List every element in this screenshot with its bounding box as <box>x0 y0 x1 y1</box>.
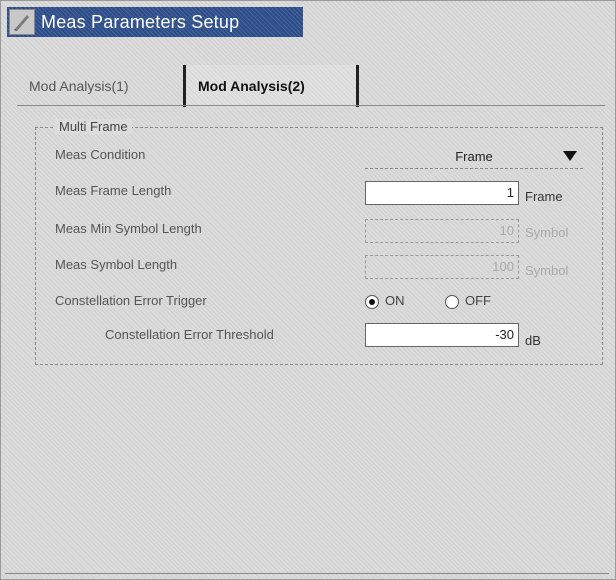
meas-min-symbol-length-unit: Symbol <box>525 225 569 240</box>
meas-min-symbol-length-input: 10 <box>365 219 519 243</box>
meas-symbol-length-label: Meas Symbol Length <box>55 257 178 272</box>
tab-content-border <box>17 105 605 106</box>
app-icon <box>9 9 35 35</box>
meas-frame-length-input[interactable]: 1 <box>365 181 519 205</box>
meas-min-symbol-length-label: Meas Min Symbol Length <box>55 221 202 236</box>
meas-frame-length-unit: Frame <box>525 189 563 204</box>
meas-symbol-length-input: 100 <box>365 255 519 279</box>
meas-symbol-length-unit: Symbol <box>525 263 569 278</box>
meas-condition-dropdown[interactable]: Frame <box>365 145 583 169</box>
tab-mod-analysis-2[interactable]: Mod Analysis(2) <box>183 65 359 107</box>
constellation-error-threshold-input[interactable]: -30 <box>365 323 519 347</box>
constellation-error-trigger-label: Constellation Error Trigger <box>55 293 207 308</box>
trigger-off-radio[interactable] <box>445 295 459 309</box>
tab-label: Mod Analysis(1) <box>29 78 129 94</box>
group-title: Multi Frame <box>55 119 132 134</box>
bottom-border <box>5 573 609 574</box>
constellation-error-threshold-label: Constellation Error Threshold <box>105 327 274 342</box>
meas-parameters-window: Meas Parameters Setup Mod Analysis(1) Mo… <box>0 0 616 580</box>
meas-condition-label: Meas Condition <box>55 147 146 162</box>
tab-label: Mod Analysis(2) <box>198 78 305 94</box>
title-bar[interactable]: Meas Parameters Setup <box>7 7 303 37</box>
window-title: Meas Parameters Setup <box>41 11 240 32</box>
meas-frame-length-label: Meas Frame Length <box>55 183 172 198</box>
trigger-off-label: OFF <box>465 293 491 308</box>
tab-mod-analysis-1[interactable]: Mod Analysis(1) <box>17 65 183 107</box>
meas-condition-value: Frame <box>455 149 493 164</box>
constellation-error-threshold-unit: dB <box>525 333 541 348</box>
chevron-down-icon <box>563 151 577 161</box>
tab-bar: Mod Analysis(1) Mod Analysis(2) <box>17 65 359 107</box>
trigger-on-radio[interactable] <box>365 295 379 309</box>
trigger-on-label: ON <box>385 293 405 308</box>
